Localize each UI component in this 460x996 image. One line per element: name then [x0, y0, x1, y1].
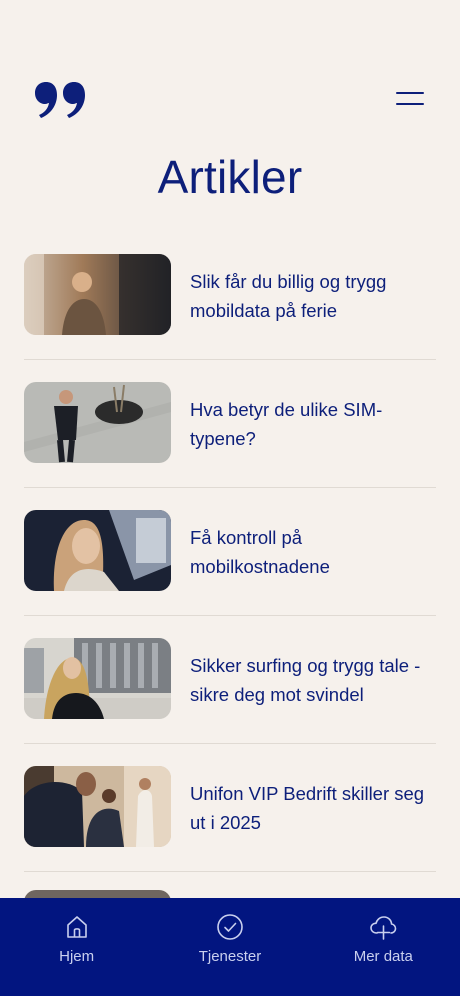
- nav-label: Mer data: [353, 948, 413, 965]
- menu-line: [396, 103, 424, 105]
- article-item[interactable]: Få kontroll på mobilkostnadene: [24, 488, 436, 616]
- quote-logo-icon[interactable]: [34, 80, 86, 118]
- bottom-navigation: Hjem Tjenester Mer data: [0, 898, 460, 996]
- menu-line: [396, 92, 424, 94]
- woman-in-car-photo: [24, 510, 171, 591]
- article-title: Sikker surfing og trygg tale - sikre deg…: [190, 655, 421, 705]
- nav-label: Tjenester: [198, 948, 262, 965]
- article-item[interactable]: Hva betyr de ulike SIM-typene?: [24, 360, 436, 488]
- article-list: Slik får du billig og trygg mobildata på…: [24, 232, 436, 872]
- nav-item-home[interactable]: Hjem: [17, 898, 137, 996]
- home-icon: [66, 916, 87, 938]
- article-item[interactable]: Sikker surfing og trygg tale - sikre deg…: [24, 616, 436, 744]
- check-circle-icon: [217, 914, 243, 940]
- woman-in-city-photo: [24, 638, 171, 719]
- nav-item-more-data[interactable]: Mer data: [323, 898, 443, 996]
- article-title: Hva betyr de ulike SIM-typene?: [190, 399, 383, 449]
- woman-on-phone-photo: [24, 254, 171, 335]
- nav-item-services[interactable]: Tjenester: [170, 898, 290, 996]
- article-item[interactable]: Slik får du billig og trygg mobildata på…: [24, 232, 436, 360]
- article-item[interactable]: Unifon VIP Bedrift skiller seg ut i 2025: [24, 744, 436, 872]
- hamburger-menu-button[interactable]: [392, 88, 428, 110]
- nav-label: Hjem: [59, 948, 95, 965]
- cloud-plus-icon: [370, 916, 397, 940]
- man-with-phone-in-plaza-photo: [24, 382, 171, 463]
- article-title: Slik får du billig og trygg mobildata på…: [190, 271, 387, 321]
- page-title: Artikler: [157, 151, 303, 203]
- business-people-meeting-photo: [24, 766, 171, 847]
- article-title: Få kontroll på mobilkostnadene: [190, 527, 330, 577]
- article-title: Unifon VIP Bedrift skiller seg ut i 2025: [190, 783, 425, 833]
